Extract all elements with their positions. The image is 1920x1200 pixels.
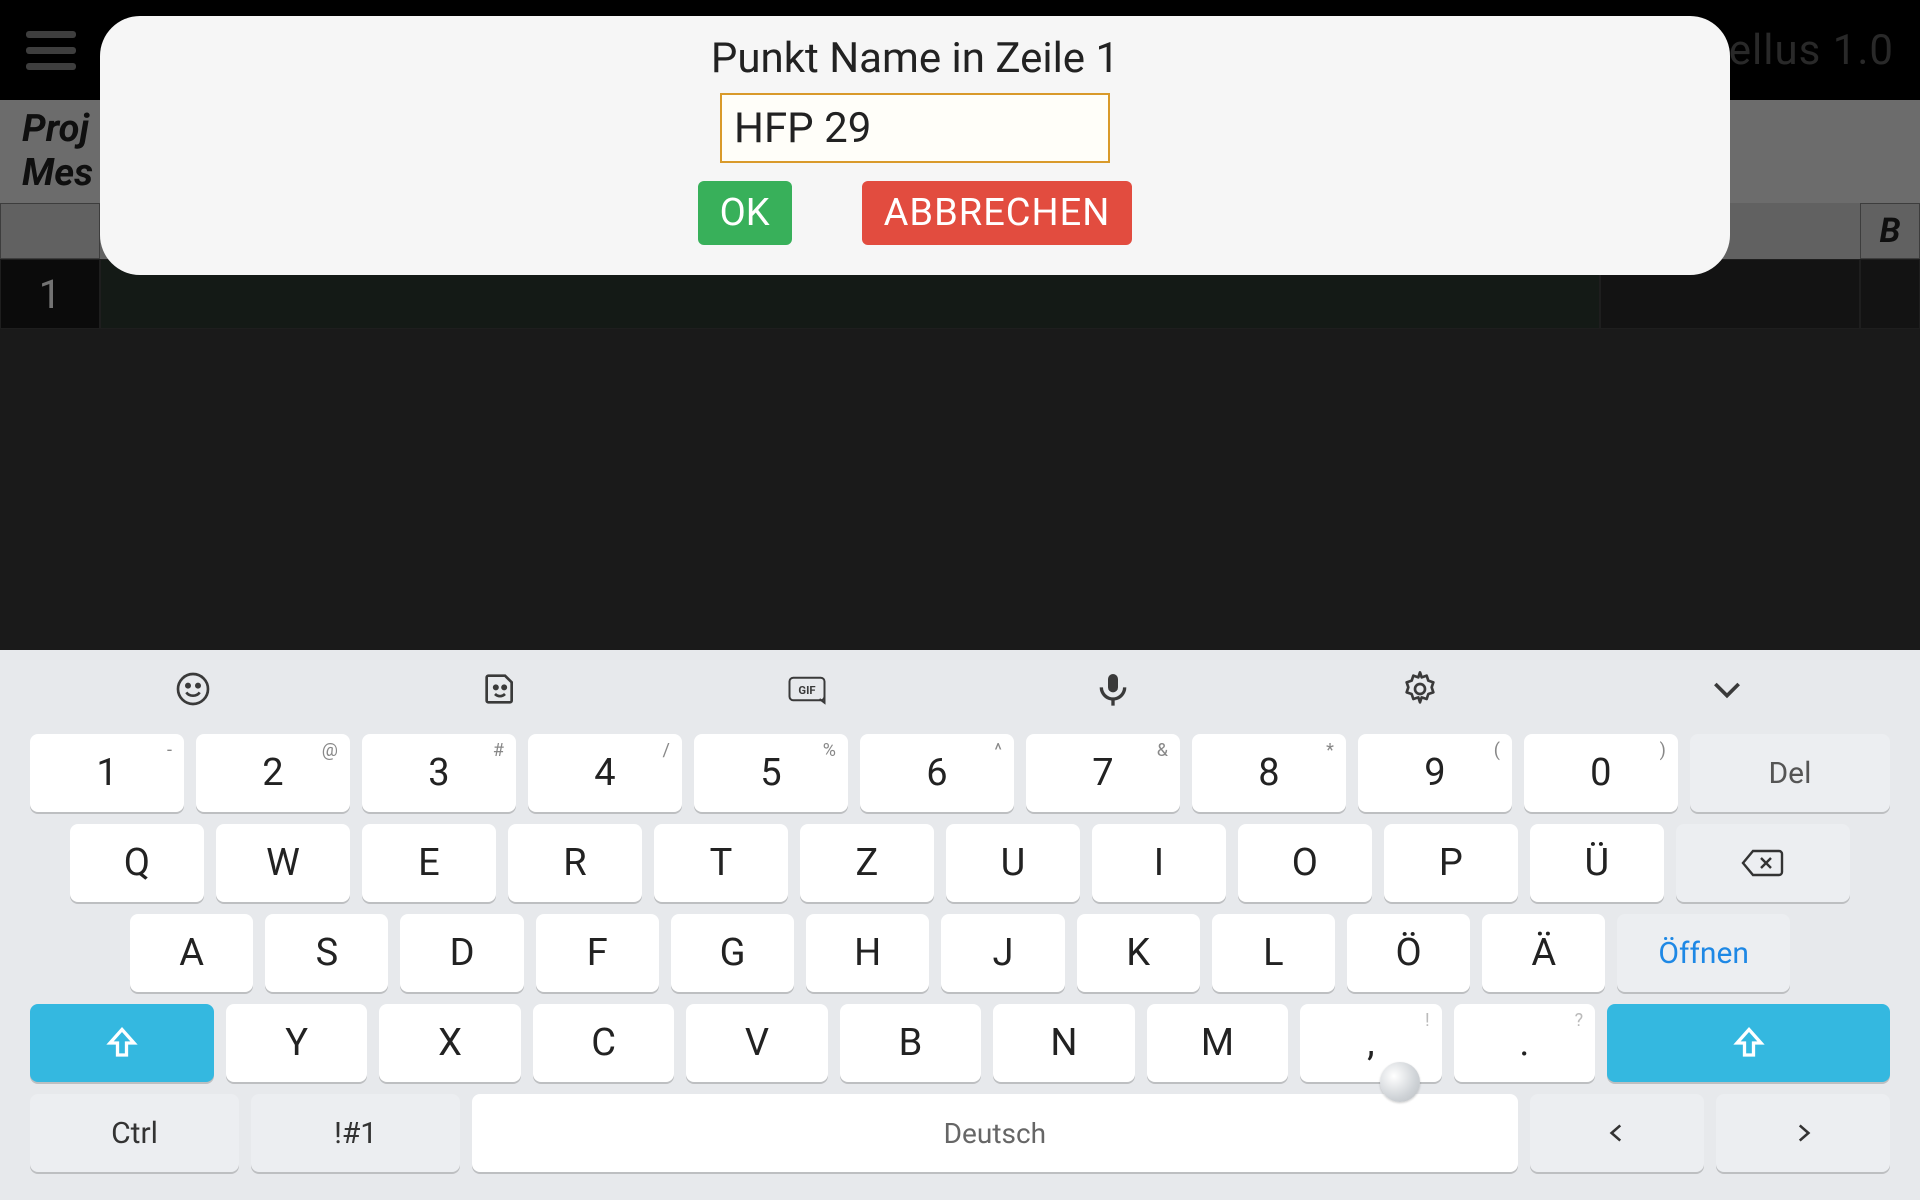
keyboard-row-4: YXCVBNM,!.? bbox=[30, 1004, 1890, 1082]
key-y[interactable]: Y bbox=[226, 1004, 367, 1082]
key-e[interactable]: E bbox=[362, 824, 496, 902]
key-del[interactable]: Del bbox=[1690, 734, 1890, 812]
key-w[interactable]: W bbox=[216, 824, 350, 902]
soft-keyboard: GIF 1-2@3#4/5%6^7&8*9(0)Del QWERTZUIOPÜ … bbox=[0, 650, 1920, 1200]
emoji-icon[interactable] bbox=[173, 669, 213, 709]
key-enter[interactable]: Öffnen bbox=[1617, 914, 1790, 992]
key-symbols[interactable]: !#1 bbox=[251, 1094, 460, 1172]
key-k[interactable]: K bbox=[1077, 914, 1200, 992]
key-ctrl[interactable]: Ctrl bbox=[30, 1094, 239, 1172]
key-2[interactable]: 2@ bbox=[196, 734, 350, 812]
key-arrow-left[interactable] bbox=[1530, 1094, 1704, 1172]
key-u[interactable]: U bbox=[946, 824, 1080, 902]
key-q[interactable]: Q bbox=[70, 824, 204, 902]
cancel-button[interactable]: ABBRECHEN bbox=[862, 181, 1133, 245]
key-s[interactable]: S bbox=[265, 914, 388, 992]
keyboard-toolbar: GIF bbox=[0, 650, 1920, 728]
keyboard-row-2: QWERTZUIOPÜ bbox=[30, 824, 1890, 902]
input-dialog: Punkt Name in Zeile 1 OK ABBRECHEN bbox=[100, 16, 1730, 275]
key-v[interactable]: V bbox=[686, 1004, 827, 1082]
collapse-keyboard-icon[interactable] bbox=[1707, 669, 1747, 709]
key-shift-right[interactable] bbox=[1607, 1004, 1890, 1082]
key-period[interactable]: .? bbox=[1454, 1004, 1595, 1082]
mic-icon[interactable] bbox=[1093, 669, 1133, 709]
key-b[interactable]: B bbox=[840, 1004, 981, 1082]
key-p[interactable]: P bbox=[1384, 824, 1518, 902]
svg-text:GIF: GIF bbox=[798, 684, 815, 697]
point-name-input[interactable] bbox=[720, 93, 1110, 163]
key-7[interactable]: 7& bbox=[1026, 734, 1180, 812]
keyboard-row-numbers: 1-2@3#4/5%6^7&8*9(0)Del bbox=[30, 734, 1890, 812]
key-c[interactable]: C bbox=[533, 1004, 674, 1082]
key-r[interactable]: R bbox=[508, 824, 642, 902]
key-h[interactable]: H bbox=[806, 914, 929, 992]
key-arrow-right[interactable] bbox=[1716, 1094, 1890, 1172]
key-m[interactable]: M bbox=[1147, 1004, 1288, 1082]
key-space[interactable]: Deutsch bbox=[472, 1094, 1517, 1172]
keyboard-row-3: ASDFGHJKLÖÄÖffnen bbox=[30, 914, 1890, 992]
key-4[interactable]: 4/ bbox=[528, 734, 682, 812]
key-ü[interactable]: Ü bbox=[1530, 824, 1664, 902]
home-indicator bbox=[1380, 1062, 1420, 1102]
key-d[interactable]: D bbox=[400, 914, 523, 992]
ok-button[interactable]: OK bbox=[698, 181, 792, 245]
key-comma[interactable]: ,! bbox=[1300, 1004, 1441, 1082]
key-z[interactable]: Z bbox=[800, 824, 934, 902]
key-ä[interactable]: Ä bbox=[1482, 914, 1605, 992]
key-5[interactable]: 5% bbox=[694, 734, 848, 812]
key-x[interactable]: X bbox=[379, 1004, 520, 1082]
key-9[interactable]: 9( bbox=[1358, 734, 1512, 812]
gear-icon[interactable] bbox=[1400, 669, 1440, 709]
key-n[interactable]: N bbox=[993, 1004, 1134, 1082]
key-6[interactable]: 6^ bbox=[860, 734, 1014, 812]
key-g[interactable]: G bbox=[671, 914, 794, 992]
key-j[interactable]: J bbox=[941, 914, 1064, 992]
gif-icon[interactable]: GIF bbox=[787, 669, 827, 709]
key-1[interactable]: 1- bbox=[30, 734, 184, 812]
key-t[interactable]: T bbox=[654, 824, 788, 902]
keyboard-row-5: Ctrl!#1Deutsch bbox=[30, 1094, 1890, 1172]
key-ö[interactable]: Ö bbox=[1347, 914, 1470, 992]
key-l[interactable]: L bbox=[1212, 914, 1335, 992]
sticker-icon[interactable] bbox=[480, 669, 520, 709]
key-f[interactable]: F bbox=[536, 914, 659, 992]
key-a[interactable]: A bbox=[130, 914, 253, 992]
key-3[interactable]: 3# bbox=[362, 734, 516, 812]
key-shift-left[interactable] bbox=[30, 1004, 214, 1082]
key-0[interactable]: 0) bbox=[1524, 734, 1678, 812]
key-8[interactable]: 8* bbox=[1192, 734, 1346, 812]
key-o[interactable]: O bbox=[1238, 824, 1372, 902]
key-i[interactable]: I bbox=[1092, 824, 1226, 902]
key-backspace[interactable] bbox=[1676, 824, 1850, 902]
dialog-title: Punkt Name in Zeile 1 bbox=[100, 34, 1730, 83]
